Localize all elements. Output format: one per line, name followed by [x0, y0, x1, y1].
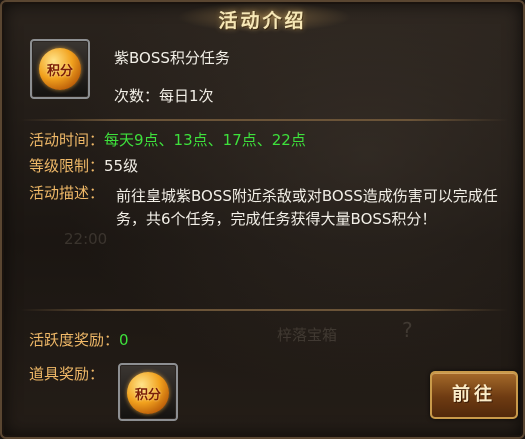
points-coin-icon: 积分 — [127, 372, 169, 414]
time-row: 活动时间：每天9点、13点、17点、22点 — [29, 129, 306, 152]
level-row: 等级限制：55级 — [29, 155, 138, 178]
event-count: 次数：每日1次 — [114, 87, 214, 105]
background-time-text: 22:00 — [64, 230, 108, 248]
level-label: 等级限制： — [29, 157, 105, 175]
event-icon-slot: 积分 — [30, 39, 90, 99]
coin-label: 积分 — [46, 64, 73, 79]
item-reward-label: 道具奖励： — [29, 365, 105, 383]
desc-label: 活动描述： — [29, 184, 105, 202]
activity-reward-label: 活跃度奖励： — [29, 331, 120, 349]
time-value: 每天9点、13点、17点、22点 — [104, 131, 306, 149]
coin-label: 积分 — [134, 388, 161, 403]
background-question-mark: ? — [402, 318, 413, 342]
activity-reward-value: 0 — [119, 331, 129, 349]
item-reward-slot[interactable]: 积分 — [118, 363, 178, 421]
level-value: 55级 — [104, 157, 139, 175]
points-coin-icon: 积分 — [39, 48, 81, 90]
time-label: 活动时间： — [29, 131, 105, 149]
divider-bottom — [20, 309, 508, 311]
activity-dialog: 活动介绍 22:00 梓落宝箱 ? 积分 紫BOSS积分任务 次数：每日1次 活… — [0, 0, 525, 439]
desc-value: 前往皇城紫BOSS附近杀敌或对BOSS造成伤害可以完成任务，共6个任务，完成任务… — [116, 187, 498, 228]
background-faded-text: 梓落宝箱 — [277, 326, 338, 344]
item-reward-row: 道具奖励： — [29, 363, 104, 386]
go-button[interactable]: 前往 — [430, 371, 518, 419]
event-name: 紫BOSS积分任务 — [114, 49, 230, 67]
activity-reward-row: 活跃度奖励：0 — [29, 329, 129, 352]
desc-row: 活动描述： — [29, 182, 104, 205]
divider-top — [20, 119, 508, 121]
dialog-title: 活动介绍 — [218, 10, 307, 32]
